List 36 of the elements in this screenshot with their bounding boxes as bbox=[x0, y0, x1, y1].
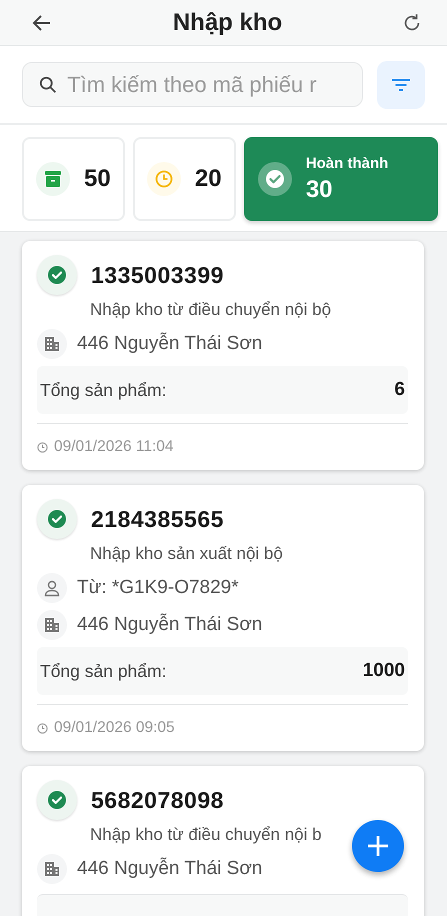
building-icon bbox=[44, 617, 60, 633]
warehouse-text: 446 Nguyễn Thái Sơn bbox=[77, 614, 262, 636]
search-field[interactable]: Tìm kiếm theo mã phiếu r bbox=[22, 62, 363, 107]
filter-icon bbox=[390, 77, 412, 93]
warehouse-text: 446 Nguyễn Thái Sơn bbox=[77, 333, 262, 355]
timestamp: 09/01/2026 09:05 bbox=[54, 719, 175, 737]
status-filter-tab[interactable]: 20 bbox=[132, 137, 236, 221]
check-icon bbox=[48, 791, 66, 809]
source-text: Từ: *G1K9-O7829* bbox=[77, 577, 239, 599]
receipt-code: 5682078098 bbox=[91, 786, 224, 814]
filter-button[interactable] bbox=[377, 61, 425, 109]
check-icon bbox=[48, 266, 66, 284]
timestamp: 09/01/2026 11:04 bbox=[54, 438, 174, 456]
page-title: Nhập kho bbox=[172, 8, 282, 36]
clock-icon bbox=[154, 169, 174, 189]
check-icon bbox=[48, 510, 66, 528]
total-label: Tổng sản phẩm: bbox=[40, 660, 166, 682]
total-value: 1000 bbox=[362, 660, 405, 682]
archive-box-icon bbox=[43, 169, 63, 189]
receipt-code: 1335003399 bbox=[91, 262, 224, 288]
status-filter-tab[interactable]: Hoàn thành 30 bbox=[244, 137, 438, 221]
clock-icon bbox=[37, 722, 48, 734]
receipt-type: Nhập kho từ điều chuyển nội bộ bbox=[90, 300, 332, 320]
total-value: 6 bbox=[394, 379, 405, 401]
check-icon bbox=[264, 169, 285, 189]
receipt-code: 2184385565 bbox=[91, 506, 224, 532]
receipt-type: Nhập kho từ điều chuyển nội b bbox=[90, 825, 323, 845]
status-filter-tab[interactable]: 50 bbox=[22, 137, 125, 221]
receipt-type: Nhập kho sản xuất nội bộ bbox=[90, 544, 284, 564]
person-icon bbox=[43, 579, 61, 597]
clock-icon bbox=[37, 442, 48, 452]
building-icon bbox=[44, 861, 60, 877]
warehouse-text: 446 Nguyễn Thái Sơn bbox=[77, 858, 262, 880]
search-icon bbox=[39, 74, 58, 94]
total-label: Tổng sản phẩm: bbox=[40, 380, 166, 400]
building-icon bbox=[44, 336, 60, 352]
